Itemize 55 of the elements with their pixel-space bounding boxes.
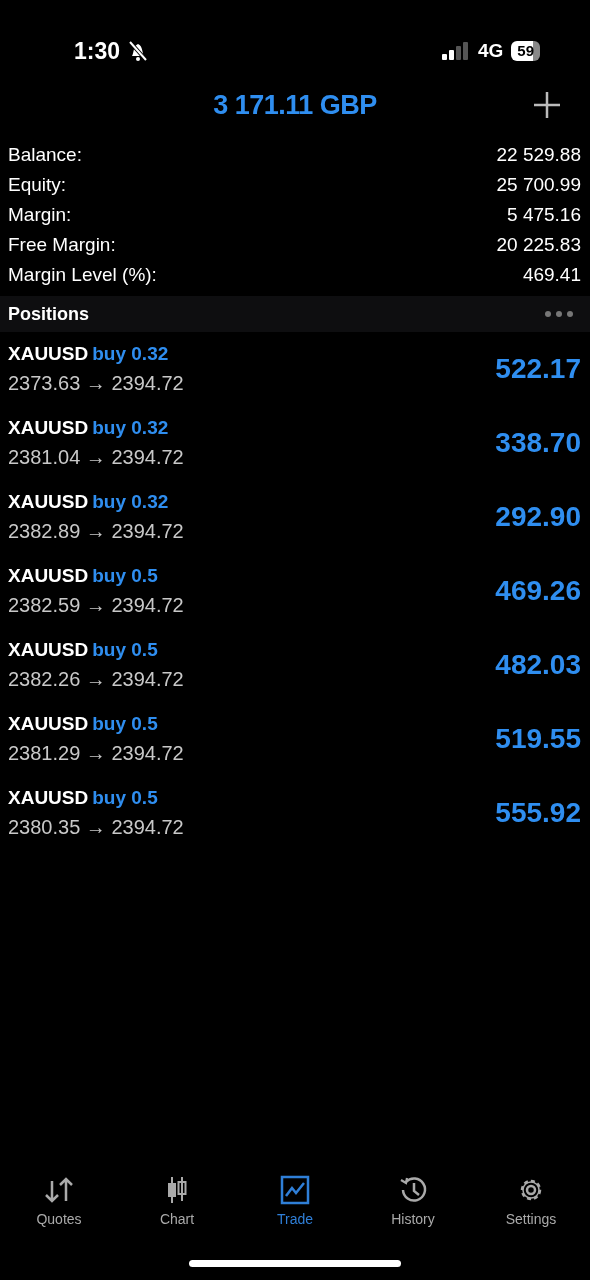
trade-side: buy 0.32 bbox=[92, 415, 169, 440]
price-range: 2373.63 → 2394.72 bbox=[8, 371, 184, 397]
summary-value: 22 529.88 bbox=[496, 143, 581, 167]
mute-icon bbox=[128, 40, 149, 62]
sort-arrows-icon bbox=[44, 1175, 74, 1205]
tab-button[interactable]: Trade bbox=[236, 1175, 354, 1250]
history-icon bbox=[398, 1175, 428, 1205]
summary-value: 25 700.99 bbox=[496, 173, 581, 197]
profit-value: 555.92 bbox=[495, 796, 581, 830]
profit-value: 338.70 bbox=[495, 426, 581, 460]
summary-value: 20 225.83 bbox=[496, 233, 581, 257]
symbol: XAUUSD bbox=[8, 415, 89, 440]
price-range: 2382.89 → 2394.72 bbox=[8, 519, 184, 545]
section-title: Positions bbox=[8, 302, 89, 326]
network-label: 4G bbox=[477, 38, 504, 63]
price-range: 2382.26 → 2394.72 bbox=[8, 667, 184, 693]
profit-value: 469.26 bbox=[495, 574, 581, 608]
trade-side: buy 0.5 bbox=[92, 637, 158, 662]
price-range: 2381.29 → 2394.72 bbox=[8, 741, 184, 767]
summary-value: 469.41 bbox=[522, 263, 581, 287]
symbol: XAUUSD bbox=[8, 637, 89, 662]
line-chart-icon bbox=[280, 1175, 310, 1205]
profit-value: 292.90 bbox=[495, 500, 581, 534]
price-range: 2381.04 → 2394.72 bbox=[8, 445, 184, 471]
summary-label: Margin Level (%): bbox=[8, 263, 157, 287]
tab-button[interactable]: Chart bbox=[118, 1175, 236, 1250]
profit-value: 482.03 bbox=[495, 648, 581, 682]
symbol: XAUUSD bbox=[8, 785, 89, 810]
symbol: XAUUSD bbox=[8, 489, 89, 514]
signal-icon bbox=[441, 42, 470, 60]
summary-label: Free Margin: bbox=[8, 233, 116, 257]
summary-value: 5 475.16 bbox=[507, 203, 581, 227]
profit-value: 519.55 bbox=[495, 722, 581, 756]
summary-label: Equity: bbox=[8, 173, 67, 197]
tab-button[interactable]: History bbox=[354, 1175, 472, 1250]
summary-label: Balance: bbox=[8, 143, 82, 167]
tab-button[interactable]: Settings bbox=[472, 1175, 590, 1250]
plus-icon[interactable] bbox=[534, 92, 560, 118]
clock-time: 1:30 bbox=[74, 36, 121, 66]
price-range: 2380.35 → 2394.72 bbox=[8, 815, 184, 841]
more-icon[interactable] bbox=[544, 310, 574, 318]
symbol: XAUUSD bbox=[8, 563, 89, 588]
price-range: 2382.59 → 2394.72 bbox=[8, 593, 184, 619]
symbol: XAUUSD bbox=[8, 711, 89, 736]
trade-side: buy 0.5 bbox=[92, 711, 158, 736]
trade-side: buy 0.5 bbox=[92, 563, 158, 588]
account-profit: 3 171.11 GBP bbox=[213, 88, 377, 122]
summary-label: Margin: bbox=[8, 203, 72, 227]
trade-side: buy 0.5 bbox=[92, 785, 158, 810]
trade-side: buy 0.32 bbox=[92, 489, 169, 514]
tab-button[interactable]: Quotes bbox=[0, 1175, 118, 1250]
battery-indicator: 59 bbox=[511, 41, 540, 61]
profit-value: 522.17 bbox=[495, 352, 581, 386]
trade-side: buy 0.32 bbox=[92, 341, 169, 366]
symbol: XAUUSD bbox=[8, 341, 89, 366]
